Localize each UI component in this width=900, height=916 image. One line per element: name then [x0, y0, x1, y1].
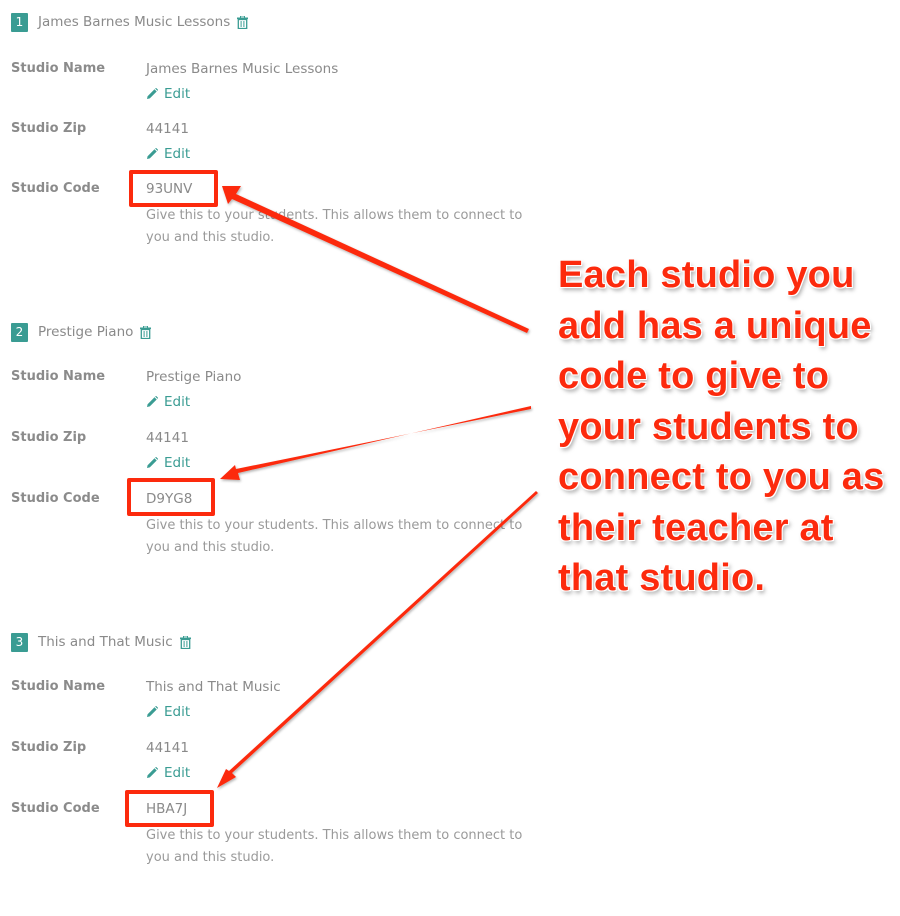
- edit-studio-name-link[interactable]: Edit: [146, 86, 190, 102]
- studio-name-value: Prestige Piano: [146, 369, 242, 385]
- studio-code-help: Give this to your students. This allows …: [146, 828, 523, 865]
- edit-studio-zip-link[interactable]: Edit: [146, 765, 190, 781]
- pencil-icon: [147, 457, 158, 468]
- studio-zip-value: 44141: [146, 430, 189, 446]
- edit-studio-name-link[interactable]: Edit: [146, 704, 190, 720]
- edit-studio-zip-link[interactable]: Edit: [146, 146, 190, 162]
- studio-header: 1 James Barnes Music Lessons: [11, 12, 551, 32]
- studio-title: This and That Music: [38, 634, 173, 650]
- pencil-icon: [147, 706, 158, 717]
- trash-icon[interactable]: [237, 15, 249, 29]
- studio-zip-label: Studio Zip: [11, 121, 87, 136]
- studio-number-badge: 3: [11, 632, 28, 652]
- studio-zip-value: 44141: [146, 121, 189, 137]
- studio-number-badge: 2: [11, 322, 28, 342]
- pencil-icon: [147, 767, 158, 778]
- pencil-icon: [147, 396, 158, 407]
- studio-name-value: This and That Music: [146, 679, 281, 695]
- studio-title: Prestige Piano: [38, 324, 134, 340]
- edit-studio-name-link[interactable]: Edit: [146, 394, 190, 410]
- code-highlight-box-2: [127, 478, 215, 516]
- studio-number-badge: 1: [11, 12, 28, 32]
- edit-label: Edit: [164, 394, 191, 410]
- studio-code-label: Studio Code: [11, 491, 100, 506]
- pencil-icon: [147, 88, 158, 99]
- studio-card-2: 2 Prestige Piano Studio Name Prestige Pi…: [11, 322, 551, 555]
- studio-code-help: Give this to your students. This allows …: [146, 518, 523, 555]
- studio-code-label: Studio Code: [11, 181, 100, 196]
- studio-name-label: Studio Name: [11, 679, 106, 694]
- annotation-callout: Each studio you add has a unique code to…: [558, 254, 885, 599]
- studio-zip-label: Studio Zip: [11, 430, 87, 445]
- trash-icon[interactable]: [179, 635, 191, 649]
- trash-icon[interactable]: [140, 325, 152, 339]
- studio-zip-value: 44141: [146, 740, 189, 756]
- edit-label: Edit: [164, 765, 191, 781]
- studio-name-label: Studio Name: [11, 369, 106, 384]
- studio-zip-label: Studio Zip: [11, 740, 87, 755]
- code-highlight-box-1: [129, 170, 218, 207]
- edit-label: Edit: [164, 704, 191, 720]
- studio-header: 2 Prestige Piano: [11, 322, 551, 342]
- studio-header: 3 This and That Music: [11, 632, 551, 652]
- studio-card-3: 3 This and That Music Studio Name This a…: [11, 632, 551, 865]
- studio-name-label: Studio Name: [11, 61, 106, 76]
- arrow-to-code-2: [220, 406, 531, 480]
- edit-studio-zip-link[interactable]: Edit: [146, 455, 190, 471]
- studio-card-1: 1 James Barnes Music Lessons Studio Name…: [11, 12, 551, 245]
- studio-code-help: Give this to your students. This allows …: [146, 208, 523, 245]
- studio-code-label: Studio Code: [11, 801, 100, 816]
- edit-label: Edit: [164, 86, 191, 102]
- edit-label: Edit: [164, 146, 191, 162]
- code-highlight-box-3: [125, 790, 214, 827]
- edit-label: Edit: [164, 455, 191, 471]
- studio-title: James Barnes Music Lessons: [38, 14, 231, 30]
- studio-name-value: James Barnes Music Lessons: [146, 61, 339, 77]
- pencil-icon: [147, 148, 158, 159]
